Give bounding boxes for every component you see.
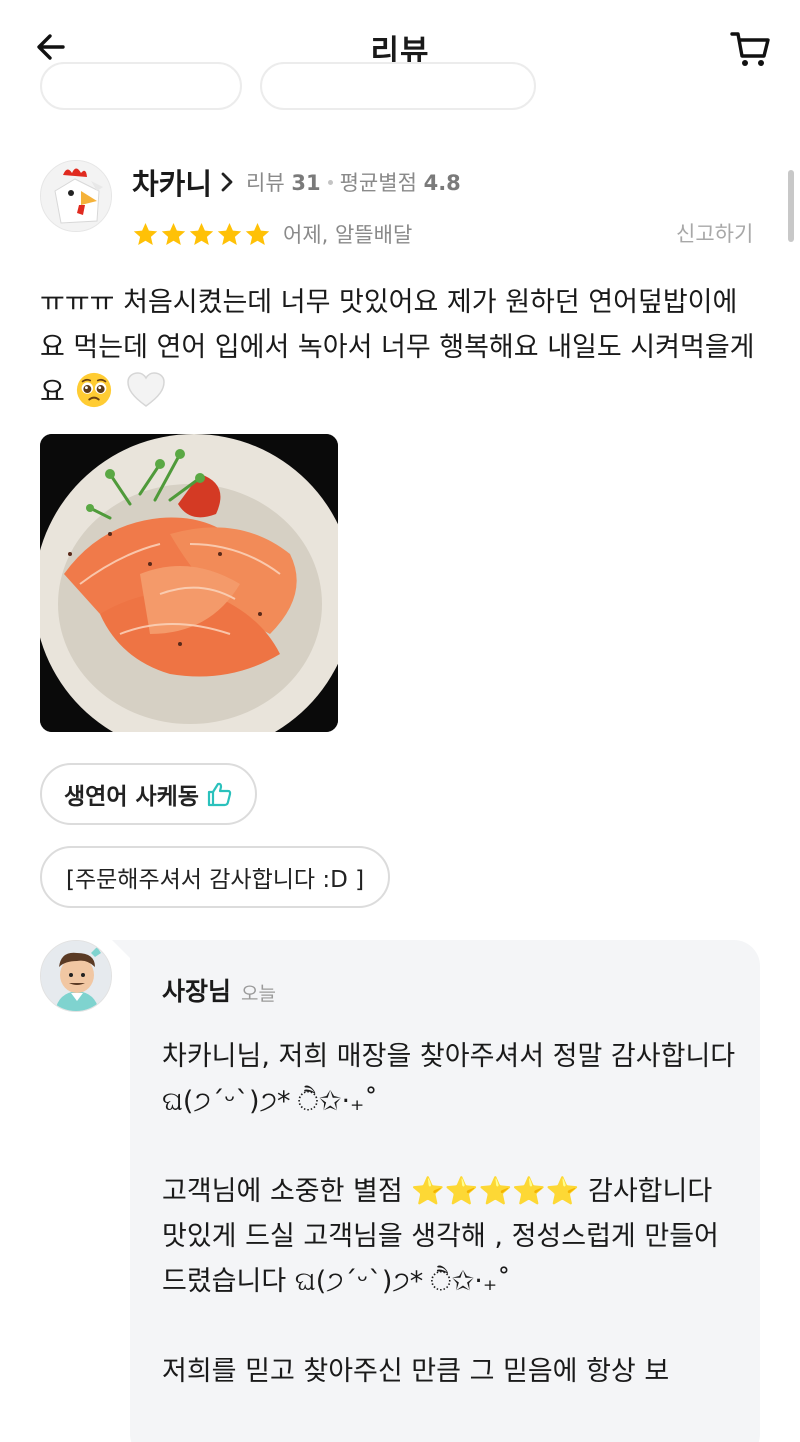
star-rating [132, 221, 271, 248]
salmon-bowl-image [40, 434, 338, 732]
scrollbar[interactable] [788, 170, 794, 242]
white-heart-emoji [127, 372, 165, 407]
owner-reply-text: 차카니님, 저희 매장을 찾아주셔서 정말 감사합니다 ଘ(੭ˊᵕˋ)੭* ੈ✩… [162, 1041, 736, 1387]
cart-button[interactable] [724, 22, 776, 74]
tag-label: [주문해주셔서 감사합니다 :D ] [66, 867, 365, 893]
owner-info-row: 사장님 오늘 [162, 972, 276, 1008]
thumbs-up-icon [207, 782, 232, 807]
star-icon [245, 222, 270, 245]
pleading-face-emoji [77, 372, 112, 408]
star-icon [217, 222, 242, 245]
user-name[interactable]: 차카니 [132, 161, 212, 203]
star-icon [189, 222, 214, 245]
menu-item-label: 생연어 사케동 [64, 784, 199, 810]
reply-date: 오늘 [241, 983, 276, 1005]
review-count: 리뷰 31 [246, 171, 321, 195]
menu-item-chip[interactable]: 생연어 사케동 [40, 763, 257, 825]
owner-character-image [41, 941, 111, 1011]
thanks-tag-chip: [주문해주셔서 감사합니다 :D ] [40, 846, 391, 908]
chicken-avatar-image [41, 161, 111, 231]
owner-name: 사장님 [162, 977, 232, 1006]
owner-avatar [40, 940, 112, 1012]
rating-row: 어제, 알뜰배달 [132, 216, 412, 252]
chevron-right-icon[interactable] [220, 171, 234, 193]
review-text: ㅠㅠㅠ 처음시켰는데 너무 맛있어요 제가 원하던 연어덮밥이에요 먹는데 연어… [40, 287, 755, 408]
average-rating: 평균별점 4.8 [339, 171, 461, 195]
review-date: 어제, 알뜰배달 [283, 223, 413, 247]
user-info-row: 차카니 리뷰 31 평균별점 4.8 [132, 162, 461, 202]
star-icon [133, 222, 158, 245]
cart-icon [730, 32, 770, 66]
report-button[interactable]: 신고하기 [676, 218, 753, 248]
user-avatar[interactable] [40, 160, 112, 232]
star-icon [161, 222, 186, 245]
separator-dot [327, 179, 333, 185]
previous-chip[interactable] [260, 62, 536, 110]
reply-bubble-tail [112, 940, 132, 960]
previous-chip[interactable] [40, 62, 242, 110]
review-photo[interactable] [40, 434, 338, 732]
